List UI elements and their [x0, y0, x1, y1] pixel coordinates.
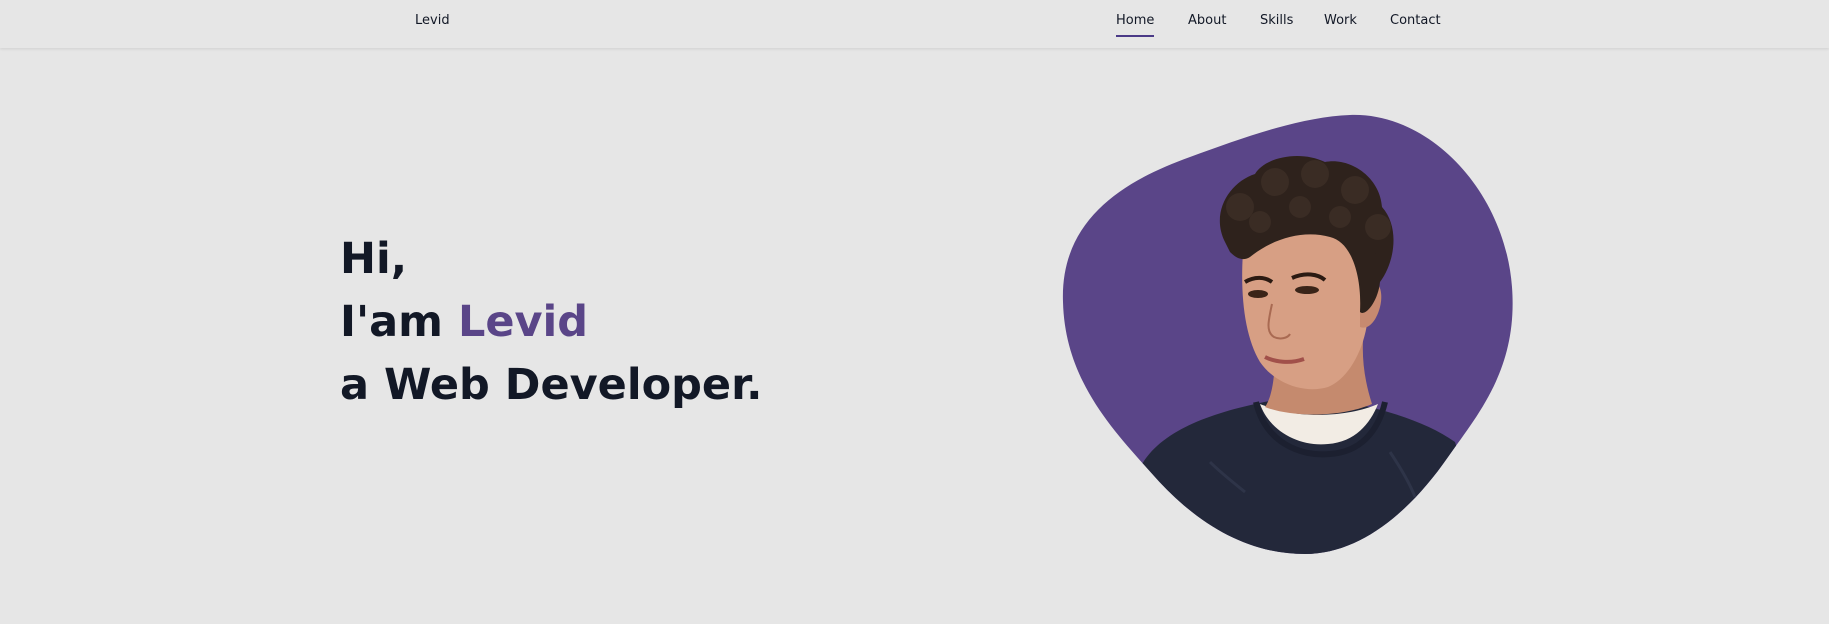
profile-photo — [1062, 114, 1513, 554]
nav-about[interactable]: About — [1188, 13, 1226, 28]
hero-intro-prefix: I'am — [340, 297, 458, 347]
site-header: Levid Home About Skills Work Contact — [0, 0, 1829, 48]
hero-role: a Web Developer. — [340, 360, 763, 410]
profile-photo-blob — [1060, 112, 1516, 554]
main-nav: Home About Skills Work Contact — [0, 13, 1829, 43]
hero-greeting: Hi, — [340, 234, 408, 284]
hero-heading: Hi, I'am Levid a Web Developer. — [340, 228, 762, 417]
nav-skills[interactable]: Skills — [1260, 13, 1293, 28]
nav-home[interactable]: Home — [1116, 13, 1155, 37]
hero-name: Levid — [457, 297, 589, 347]
nav-work[interactable]: Work — [1324, 13, 1357, 28]
hero-intro-line: I'am Levid — [340, 291, 762, 354]
nav-contact[interactable]: Contact — [1390, 13, 1441, 28]
